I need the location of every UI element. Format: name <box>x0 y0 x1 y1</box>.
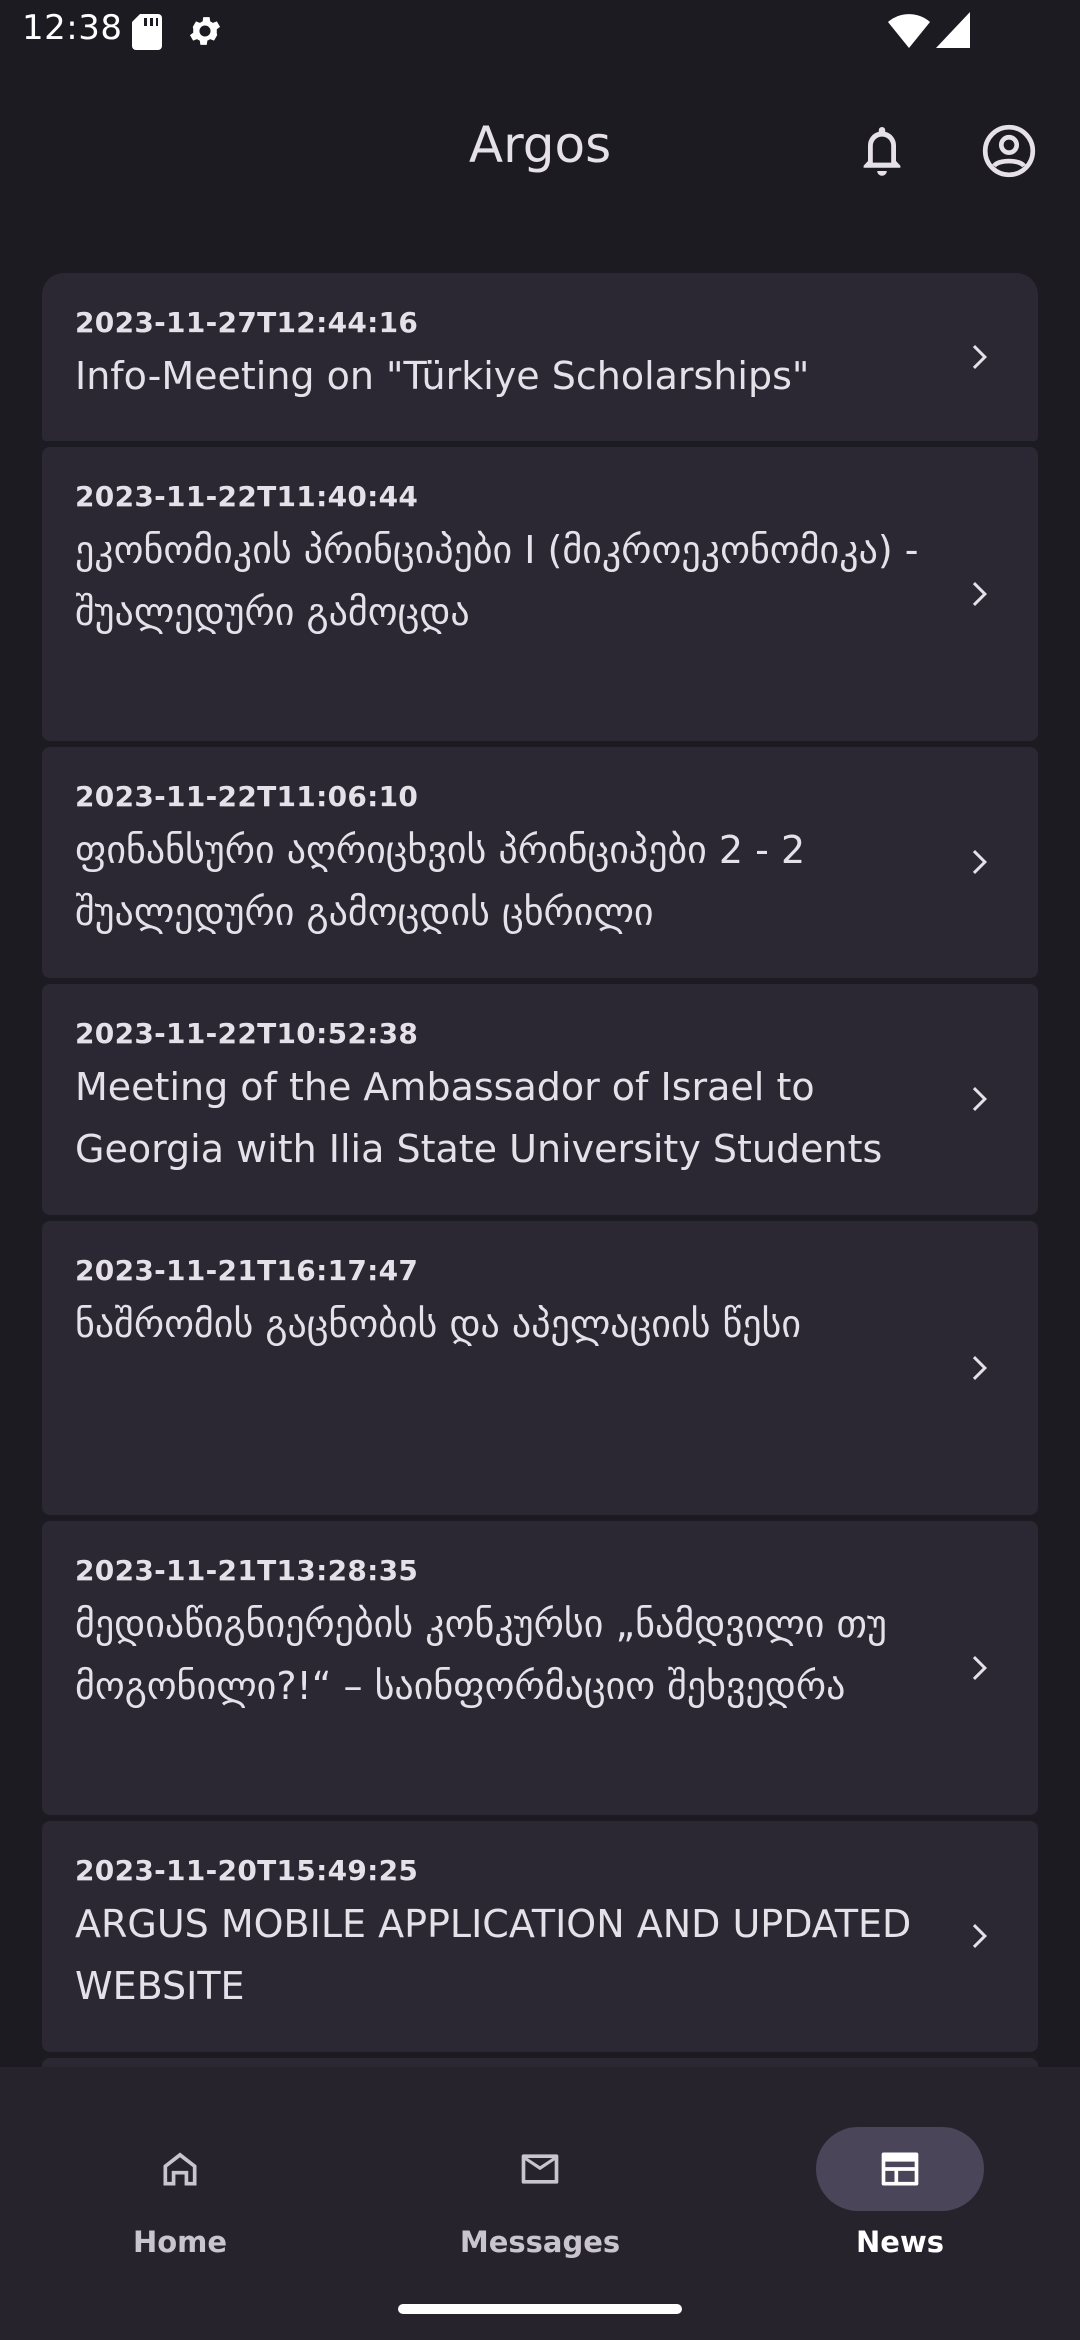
news-list[interactable]: 2023-11-27T12:44:16 Info-Meeting on "Tür… <box>42 273 1038 2067</box>
news-item-partial[interactable] <box>42 2058 1038 2067</box>
nav-item-news[interactable]: News <box>720 2095 1080 2265</box>
home-indicator[interactable] <box>398 2304 682 2314</box>
account-button[interactable] <box>974 118 1044 188</box>
news-item[interactable]: 2023-11-27T12:44:16 Info-Meeting on "Tür… <box>42 273 1038 441</box>
cell-signal-icon <box>936 12 970 52</box>
news-item-title: მედიაწიგნიერების კონკურსი „ნამდვილი თუ მ… <box>75 1602 887 1708</box>
news-item[interactable]: 2023-11-22T11:06:10 ფინანსური აღრიცხვის … <box>42 747 1038 978</box>
news-item-title: ნაშრომის გაცნობის და აპელაციის წესი <box>75 1302 802 1346</box>
news-item[interactable]: 2023-11-22T10:52:38 Meeting of the Ambas… <box>42 984 1038 1215</box>
home-icon <box>163 2152 197 2186</box>
sd-card-icon <box>132 14 162 54</box>
status-bar: 12:38 <box>0 0 1080 66</box>
news-item[interactable]: 2023-11-21T16:17:47 ნაშრომის გაცნობის და… <box>42 1221 1038 1515</box>
news-item[interactable]: 2023-11-21T13:28:35 მედიაწიგნიერების კონ… <box>42 1521 1038 1815</box>
notifications-bell-icon <box>858 123 906 183</box>
app-title: Argos <box>468 116 612 174</box>
chevron-right-icon <box>972 582 987 606</box>
newspaper-icon <box>881 2152 919 2186</box>
nav-label: Messages <box>459 2225 621 2259</box>
mail-icon <box>521 2154 559 2184</box>
news-item-title: Info-Meeting on "Türkiye Scholarships" <box>75 354 810 398</box>
news-item-date: 2023-11-22T10:52:38 <box>75 1017 419 1050</box>
chevron-right-icon <box>972 1356 987 1380</box>
news-item-date: 2023-11-21T13:28:35 <box>75 1554 419 1587</box>
chevron-right-icon <box>972 1924 987 1948</box>
news-item-date: 2023-11-21T16:17:47 <box>75 1254 419 1287</box>
news-item-date: 2023-11-27T12:44:16 <box>75 306 419 339</box>
settings-gear-icon <box>186 12 224 54</box>
nav-item-home[interactable]: Home <box>0 2095 360 2265</box>
status-time: 12:38 <box>22 8 123 48</box>
news-item[interactable]: 2023-11-22T11:40:44 ეკონომიკის პრინციპებ… <box>42 447 1038 741</box>
nav-label: News <box>856 2225 944 2259</box>
chevron-right-icon <box>972 850 987 874</box>
chevron-right-icon <box>972 345 987 369</box>
nav-item-messages[interactable]: Messages <box>360 2095 720 2265</box>
news-item-date: 2023-11-22T11:06:10 <box>75 780 419 813</box>
chevron-right-icon <box>972 1656 987 1680</box>
wifi-icon <box>888 14 930 52</box>
bottom-navigation: Home Messages News <box>0 2067 1080 2340</box>
news-item-title: ეკონომიკის პრინციპები I (მიკროეკონომიკა)… <box>75 528 919 634</box>
news-item-title: Meeting of the Ambassador of Israel to G… <box>75 1065 883 1171</box>
chevron-right-icon <box>972 1087 987 1111</box>
account-circle-icon <box>981 123 1037 183</box>
nav-label: Home <box>132 2225 228 2259</box>
news-item-date: 2023-11-22T11:40:44 <box>75 480 419 513</box>
notifications-button[interactable] <box>850 118 914 188</box>
news-item-date: 2023-11-20T15:49:25 <box>75 1854 419 1887</box>
news-item[interactable]: 2023-11-20T15:49:25 ARGUS MOBILE APPLICA… <box>42 1821 1038 2052</box>
news-item-title: ARGUS MOBILE APPLICATION AND UPDATED WEB… <box>75 1902 912 2008</box>
app-bar: Argos <box>0 80 1080 212</box>
news-item-title: ფინანსური აღრიცხვის პრინციპები 2 - 2 შუა… <box>75 828 806 934</box>
